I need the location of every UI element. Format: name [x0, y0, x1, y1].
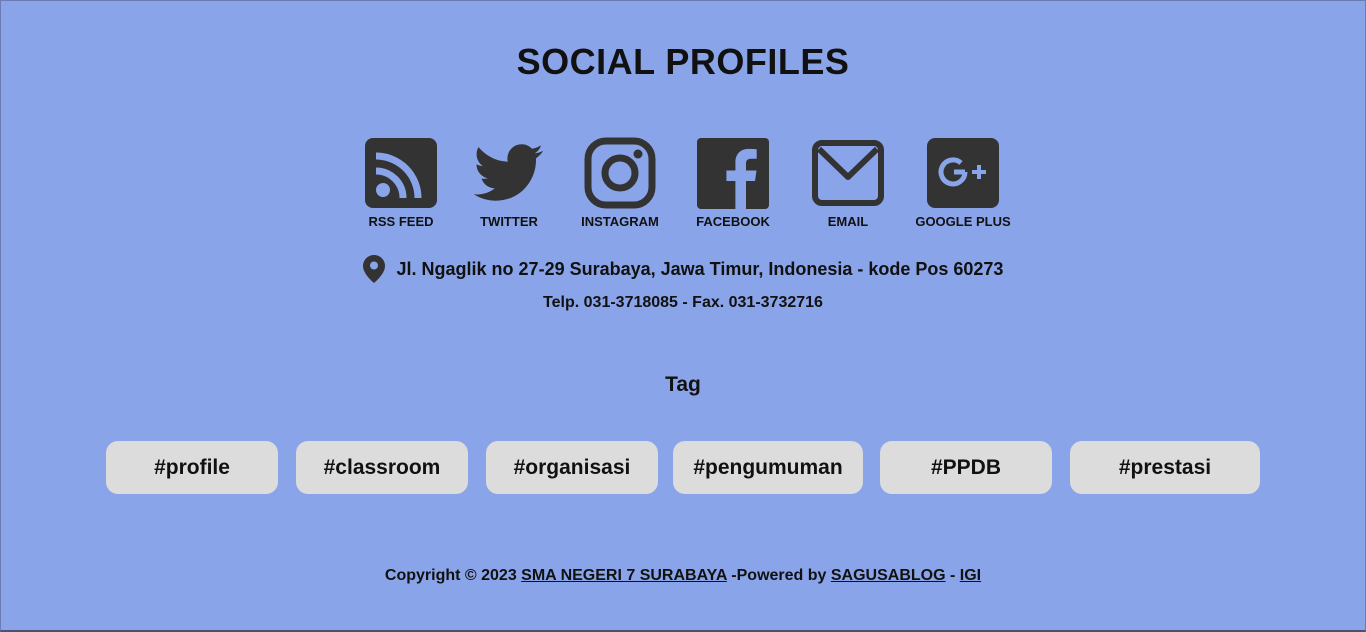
tag-ppdb[interactable]: #PPDB	[880, 441, 1052, 494]
twitter-icon	[473, 137, 545, 209]
platform-link[interactable]: SAGUSABLOG	[831, 567, 946, 584]
tag-profile[interactable]: #profile	[106, 441, 278, 494]
social-label: TWITTER	[480, 214, 538, 229]
copyright-prefix: Copyright © 2023	[384, 567, 522, 584]
social-label: RSS FEED	[368, 214, 434, 229]
social-label: GOOGLE PLUS	[915, 214, 1011, 229]
tag-classroom[interactable]: #classroom	[296, 441, 468, 494]
social-link-instagram[interactable]: INSTAGRAM	[565, 137, 675, 229]
social-link-google-plus[interactable]: GOOGLE PLUS	[909, 137, 1017, 229]
facebook-icon	[697, 137, 769, 209]
social-link-twitter[interactable]: TWITTER	[457, 137, 561, 229]
social-link-email[interactable]: EMAIL	[791, 137, 905, 229]
school-address: Jl. Ngaglik no 27-29 Surabaya, Jawa Timu…	[1, 255, 1365, 283]
tag-organisasi[interactable]: #organisasi	[486, 441, 658, 494]
social-link-facebook[interactable]: FACEBOOK	[679, 137, 787, 229]
igi-link[interactable]: IGI	[960, 567, 981, 584]
address-text: Jl. Ngaglik no 27-29 Surabaya, Jawa Timu…	[396, 258, 1004, 279]
footer-section: SOCIAL PROFILES RSS FEED TWITTER INSTAGR…	[0, 0, 1366, 632]
section-title: SOCIAL PROFILES	[516, 41, 850, 82]
phone-fax-text: Telp. 031-3718085 - Fax. 031-3732716	[543, 294, 823, 311]
google-plus-icon	[927, 137, 999, 209]
powered-by-text: -Powered by	[726, 567, 831, 584]
rss-icon	[365, 137, 437, 209]
social-profiles-row: RSS FEED TWITTER INSTAGRAM FACEBOOK EMAI…	[1, 137, 1365, 229]
tag-heading: Tag	[665, 373, 701, 396]
separator-text: -	[945, 567, 960, 584]
map-pin-icon	[362, 255, 385, 283]
social-link-rss[interactable]: RSS FEED	[349, 137, 453, 229]
email-icon	[812, 137, 884, 209]
tag-pengumuman[interactable]: #pengumuman	[673, 441, 863, 494]
social-label: EMAIL	[827, 214, 869, 229]
tag-prestasi[interactable]: #prestasi	[1070, 441, 1260, 494]
instagram-icon	[584, 137, 656, 209]
copyright-line: Copyright © 2023 SMA NEGERI 7 SURABAYA -…	[1, 567, 1365, 585]
school-link[interactable]: SMA NEGERI 7 SURABAYA	[521, 567, 727, 584]
social-label: INSTAGRAM	[581, 214, 659, 229]
social-label: FACEBOOK	[696, 214, 770, 229]
